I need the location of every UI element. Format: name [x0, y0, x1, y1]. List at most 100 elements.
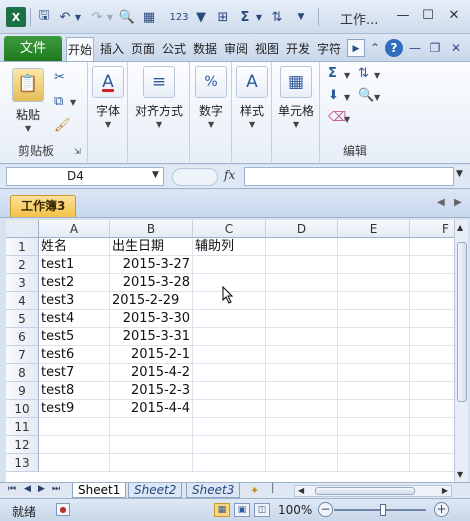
- horizontal-scroll-thumb[interactable]: [315, 487, 415, 495]
- sort-filter-icon[interactable]: ⇅: [358, 66, 369, 81]
- row-header[interactable]: 9: [6, 382, 39, 400]
- number-group-label[interactable]: 数字: [190, 102, 232, 119]
- scroll-left-icon[interactable]: ◀: [298, 486, 304, 495]
- vertical-scroll-thumb[interactable]: [457, 242, 467, 402]
- tab-data[interactable]: 数据: [191, 37, 219, 61]
- workbook-tab[interactable]: 工作簿3: [10, 195, 77, 217]
- clipboard-launcher-icon[interactable]: ⇲: [74, 147, 81, 156]
- empty-cell[interactable]: [338, 310, 410, 328]
- zoom-out-button[interactable]: −: [318, 502, 333, 517]
- horizontal-scrollbar[interactable]: ◀ ▶: [294, 485, 452, 497]
- filter-icon[interactable]: ▼: [192, 7, 210, 27]
- row-header[interactable]: 1: [6, 238, 39, 256]
- ribbon-collapse-icon[interactable]: ⌃: [366, 39, 384, 57]
- workbook-close-icon[interactable]: ✕: [447, 39, 465, 57]
- sort-filter-dropdown-icon[interactable]: ▼: [374, 71, 380, 80]
- page-break-view-icon[interactable]: ◫: [254, 503, 270, 517]
- empty-cell[interactable]: [338, 346, 410, 364]
- empty-cell[interactable]: [39, 454, 110, 472]
- empty-cell[interactable]: [338, 364, 410, 382]
- file-tab[interactable]: 文件: [4, 36, 62, 61]
- empty-cell[interactable]: [338, 382, 410, 400]
- cell-a7[interactable]: test6: [39, 346, 110, 364]
- empty-cell[interactable]: [410, 328, 454, 346]
- tab-developer[interactable]: 开发: [284, 37, 312, 61]
- cell-a1[interactable]: 姓名: [39, 238, 110, 256]
- select-all-corner[interactable]: [6, 220, 39, 238]
- styles-icon[interactable]: A: [236, 66, 268, 98]
- sort-icon[interactable]: ⇅: [268, 7, 286, 27]
- empty-cell[interactable]: [338, 400, 410, 418]
- cell-b2[interactable]: 2015-3-27: [110, 256, 193, 274]
- cell-b6[interactable]: 2015-3-31: [110, 328, 193, 346]
- empty-cell[interactable]: [193, 364, 266, 382]
- customize-toolbar-icon[interactable]: ▼: [292, 7, 310, 27]
- empty-cell[interactable]: [266, 454, 338, 472]
- autosum-icon[interactable]: Σ: [236, 7, 254, 27]
- minimize-button[interactable]: —: [392, 6, 414, 26]
- sheet-tab-sheet2[interactable]: Sheet2: [128, 483, 183, 498]
- autosum-dropdown-icon[interactable]: ▼: [344, 71, 350, 80]
- last-sheet-icon[interactable]: ⏭: [52, 484, 60, 494]
- cell-b5[interactable]: 2015-3-30: [110, 310, 193, 328]
- maximize-button[interactable]: ☐: [417, 6, 439, 26]
- formula-input[interactable]: [244, 167, 454, 186]
- sheet-tab-sheet3[interactable]: Sheet3: [186, 483, 241, 498]
- find-select-icon[interactable]: 🔍: [358, 88, 374, 103]
- empty-cell[interactable]: [266, 238, 338, 256]
- border-icon[interactable]: ⊞: [214, 7, 232, 27]
- tab-review[interactable]: 审阅: [222, 37, 250, 61]
- fill-icon[interactable]: ⬇: [328, 88, 339, 103]
- first-sheet-icon[interactable]: ⏮: [8, 484, 16, 494]
- empty-cell[interactable]: [338, 436, 410, 454]
- help-icon[interactable]: ?: [385, 39, 403, 57]
- redo-dropdown-icon[interactable]: ▼: [105, 7, 115, 27]
- alignment-dropdown-icon[interactable]: ▼: [156, 120, 162, 129]
- empty-cell[interactable]: [39, 418, 110, 436]
- cut-icon[interactable]: ✂: [54, 70, 65, 85]
- row-header[interactable]: 10: [6, 400, 39, 418]
- empty-cell[interactable]: [266, 274, 338, 292]
- empty-cell[interactable]: [193, 400, 266, 418]
- formula-expand-icon[interactable]: ▼: [456, 169, 463, 179]
- zoom-in-button[interactable]: +: [434, 502, 449, 517]
- styles-group-label[interactable]: 样式: [232, 102, 272, 119]
- empty-cell[interactable]: [338, 256, 410, 274]
- copy-icon[interactable]: ⧉: [54, 94, 63, 109]
- cell-a5[interactable]: test4: [39, 310, 110, 328]
- fill-dropdown-icon[interactable]: ▼: [344, 93, 350, 102]
- scroll-down-icon[interactable]: ▼: [457, 470, 463, 479]
- column-header-a[interactable]: A: [39, 220, 110, 238]
- excel-icon[interactable]: X: [6, 7, 26, 27]
- tab-split-handle-icon[interactable]: │: [270, 484, 275, 494]
- empty-cell[interactable]: [266, 418, 338, 436]
- print-preview-icon[interactable]: 🔍: [118, 7, 136, 27]
- column-header-b[interactable]: B: [110, 220, 193, 238]
- paste-button-label[interactable]: 粘贴: [8, 106, 48, 123]
- number-dropdown-icon[interactable]: ▼: [208, 120, 214, 129]
- next-sheet-icon[interactable]: ▶: [38, 484, 45, 494]
- cell-b10[interactable]: 2015-4-4: [110, 400, 193, 418]
- tab-page-layout[interactable]: 页面: [129, 37, 157, 61]
- cell-a10[interactable]: test9: [39, 400, 110, 418]
- tab-formulas[interactable]: 公式: [160, 37, 188, 61]
- column-header-d[interactable]: D: [266, 220, 338, 238]
- row-header[interactable]: 4: [6, 292, 39, 310]
- cell-b1[interactable]: 出生日期: [110, 238, 193, 256]
- cell-b8[interactable]: 2015-4-2: [110, 364, 193, 382]
- table-format-icon[interactable]: ▦: [140, 7, 158, 27]
- close-button[interactable]: ✕: [443, 6, 465, 26]
- macro-record-icon[interactable]: ●: [56, 503, 70, 516]
- empty-cell[interactable]: [193, 310, 266, 328]
- empty-cell[interactable]: [193, 454, 266, 472]
- cells-group-label[interactable]: 单元格: [272, 102, 320, 119]
- font-color-icon[interactable]: A: [92, 66, 124, 98]
- empty-cell[interactable]: [266, 364, 338, 382]
- empty-cell[interactable]: [410, 238, 454, 256]
- scroll-up-icon[interactable]: ▲: [457, 223, 463, 232]
- empty-cell[interactable]: [193, 418, 266, 436]
- insert-sheet-icon[interactable]: ✦: [250, 484, 259, 497]
- row-header[interactable]: 6: [6, 328, 39, 346]
- cell-a6[interactable]: test5: [39, 328, 110, 346]
- empty-cell[interactable]: [193, 346, 266, 364]
